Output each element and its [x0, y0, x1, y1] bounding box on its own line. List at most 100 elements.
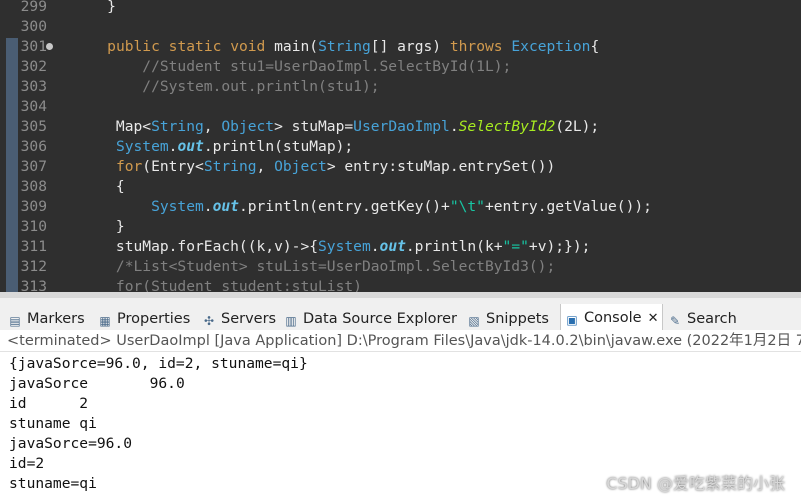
line-number: 302 — [20, 58, 47, 75]
code-line: 300 — [0, 17, 801, 37]
code-line: 309 System.out.println(entry.getKey()+"\… — [0, 197, 801, 217]
code-line: 301 public static void main(String[] arg… — [0, 37, 801, 57]
console-line: id 2 — [9, 395, 89, 412]
code-token: > stuMap= — [274, 118, 354, 135]
console-line: javaSorce=96.0 — [9, 435, 133, 452]
code-token: "=" — [502, 238, 529, 255]
code-token: [] args) — [370, 38, 450, 55]
snippets-icon: ▧ — [468, 314, 480, 328]
code-token: +entry.getValue()); — [484, 198, 652, 215]
code-token: } — [72, 0, 116, 15]
code-token: SelectById2 — [458, 118, 556, 135]
line-number: 306 — [20, 138, 47, 155]
code-token: { — [72, 178, 125, 195]
tab-properties[interactable]: ▦ Properties — [98, 305, 190, 333]
line-number: 300 — [20, 18, 47, 35]
code-line: 311 stuMap.forEach((k,v)->{System.out.pr… — [0, 237, 801, 257]
line-number: 303 — [20, 78, 47, 95]
code-line: 310 } — [0, 217, 801, 237]
code-token: out — [379, 238, 406, 255]
code-token: main( — [265, 38, 319, 55]
code-token: . — [449, 118, 459, 135]
code-token: UserDaoImpl — [353, 118, 450, 135]
tab-snippets[interactable]: ▧ Snippets — [467, 305, 549, 333]
code-token: String — [151, 118, 204, 135]
line-number: 307 — [20, 158, 47, 175]
code-token: .println(stuMap); — [203, 138, 354, 155]
line-number: 313 — [20, 278, 47, 292]
code-token: System — [151, 198, 204, 215]
code-text: for(Entry<String, Object> entry:stuMap.e… — [72, 157, 555, 177]
search-icon: ✎ — [669, 314, 681, 328]
code-token: .println(k+ — [405, 238, 503, 255]
tab-label: Search — [687, 311, 737, 327]
code-token: , — [203, 118, 222, 135]
tab-label: Markers — [27, 311, 85, 327]
tab-label: Servers — [221, 311, 277, 327]
line-number: 311 — [20, 238, 47, 255]
code-line: 313 for(Student student:stuList) — [0, 277, 801, 292]
line-number: 299 — [20, 0, 47, 15]
data-source-icon: ▥ — [285, 314, 297, 328]
code-text: } — [72, 217, 125, 237]
tab-console[interactable]: ▣ Console ✕ — [560, 304, 664, 332]
tab-search[interactable]: ✎ Search — [668, 305, 737, 333]
code-token: for(Student student:stuList) — [72, 278, 362, 292]
console-line: stuname qi — [9, 415, 97, 432]
console-line: {javaSorce=96.0, id=2, stuname=qi} — [9, 355, 308, 372]
close-icon[interactable]: ✕ — [648, 311, 659, 326]
code-token: , — [256, 158, 275, 175]
console-launch-info: <terminated> UserDaoImpl [Java Applicati… — [0, 330, 801, 352]
code-line: 302 //Student stu1=UserDaoImpl.SelectByI… — [0, 57, 801, 77]
code-token: public — [107, 38, 160, 55]
code-token: System — [115, 138, 169, 155]
code-text: //System.out.println(stu1); — [72, 77, 379, 97]
code-token: String — [203, 158, 257, 175]
code-token: out — [177, 138, 204, 155]
code-token: void — [230, 38, 266, 55]
code-line: 299 } — [0, 0, 801, 17]
code-editor[interactable]: 299 } 300 301 public static void main(Stri… — [0, 0, 801, 292]
code-text: System.out.println(entry.getKey()+"\t"+e… — [72, 197, 652, 217]
code-line: 305 Map<String, Object> stuMap=UserDaoIm… — [0, 117, 801, 137]
code-token: System — [318, 238, 371, 255]
watermark: CSDN @爱吃紫菜的小张 — [606, 474, 785, 493]
tab-label: Data Source Explorer — [303, 311, 458, 327]
code-token: Map< — [72, 118, 152, 135]
markers-icon: ▤ — [9, 314, 21, 328]
fold-toggle-icon[interactable] — [46, 43, 53, 50]
tab-label: Properties — [117, 311, 191, 327]
view-tab-bar: ▤ Markers ▦ Properties ✣ Servers ▥ Data Source … — [0, 292, 801, 333]
line-number: 312 — [20, 258, 47, 275]
code-token: Object — [221, 118, 275, 135]
tab-markers[interactable]: ▤ Markers — [8, 305, 85, 333]
code-text: { — [72, 177, 125, 197]
code-token: . — [203, 198, 213, 215]
code-token: for — [115, 158, 143, 175]
code-token: } — [72, 218, 125, 235]
tab-servers[interactable]: ✣ Servers — [202, 305, 276, 333]
code-token: /*List<Student> stuList=UserDaoImpl.Sele… — [72, 258, 556, 275]
tab-label: Console — [584, 310, 642, 326]
code-line: 308 { — [0, 177, 801, 197]
tab-data-source-explorer[interactable]: ▥ Data Source Explorer — [284, 305, 457, 333]
code-text: /*List<Student> stuList=UserDaoImpl.Sele… — [72, 257, 555, 277]
code-token: . — [370, 238, 380, 255]
code-text: public static void main(String[] args) t… — [72, 37, 599, 57]
code-token: Exception — [511, 38, 591, 55]
properties-icon: ▦ — [99, 314, 111, 328]
console-icon: ▣ — [566, 313, 578, 327]
code-line: 307 for(Entry<String, Object> entry:stuM… — [0, 157, 801, 177]
console-line: stuname=qi — [9, 475, 97, 492]
code-token: { — [590, 38, 600, 55]
code-text: System.out.println(stuMap); — [72, 137, 353, 157]
line-number: 304 — [20, 98, 47, 115]
tab-label: Snippets — [486, 311, 549, 327]
line-number: 301 — [20, 38, 47, 55]
console-output[interactable]: {javaSorce=96.0, id=2, stuname=qi} javaSo… — [0, 352, 801, 502]
